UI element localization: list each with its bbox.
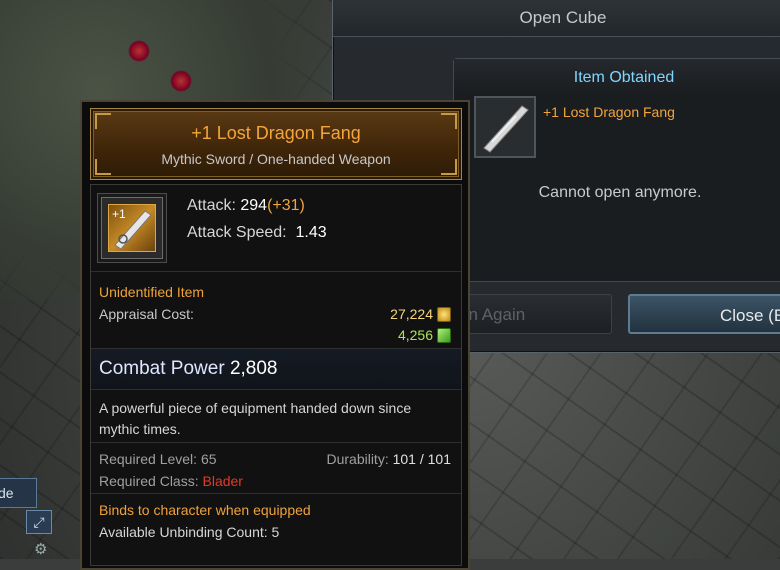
required-class-label: Required Class: — [99, 473, 199, 489]
attack-value: 294 — [240, 197, 268, 214]
close-button[interactable]: Close (E — [628, 294, 780, 334]
attack-bonus: (+31) — [267, 197, 305, 214]
coin-icon — [437, 307, 451, 322]
obtained-item-name: +1 Lost Dragon Fang — [543, 104, 675, 120]
resize-arrows-icon[interactable]: ⤢ — [26, 510, 52, 534]
item-tooltip: +1 Lost Dragon Fang Mythic Sword / One-h… — [80, 100, 470, 570]
binding-section: Binds to character when equipped Availab… — [91, 494, 461, 550]
combat-power-value: 2,808 — [229, 358, 278, 379]
item-obtained-panel: Item Obtained — [453, 58, 780, 282]
stats-section: +1 Attack: 294(+31) Attack Speed: 1.43 — [91, 185, 461, 272]
unidentified-label: Unidentified Item — [99, 284, 205, 300]
requirements-section: Required Level: 65 Durability: 101 / 101… — [91, 443, 461, 494]
attack-speed-label: Attack Speed: — [187, 224, 287, 241]
unbinding-label: Available Unbinding Count: — [99, 524, 268, 540]
required-level: Required Level: 65 — [99, 451, 217, 467]
gear-icon[interactable]: ⚙ — [34, 540, 47, 558]
required-class: Required Class: Blader — [99, 473, 243, 489]
attack-speed-value: 1.43 — [295, 224, 327, 241]
combat-power-section: Combat Power 2,808 — [91, 349, 461, 390]
combat-power-label: Combat Power — [99, 358, 225, 379]
item-name: +1 Lost Dragon Fang — [191, 123, 361, 143]
required-level-value: 65 — [200, 451, 217, 467]
gem-icon — [437, 328, 451, 343]
flower-decoration — [170, 70, 192, 92]
flower-decoration — [128, 40, 150, 62]
sword-icon: +1 — [108, 204, 156, 252]
appraisal-zen-cost: 27,224 — [390, 306, 433, 322]
side-tab-label: de — [0, 485, 14, 501]
tooltip-body: +1 Attack: 294(+31) Attack Speed: 1.43 U… — [90, 184, 462, 566]
attack-speed-row: Attack Speed: 1.43 — [187, 224, 327, 242]
item-description: A powerful piece of equipment handed dow… — [99, 400, 412, 437]
appraisal-section: Unidentified Item Appraisal Cost: 27,224… — [91, 272, 461, 349]
sword-icon — [476, 98, 534, 156]
description-section: A powerful piece of equipment handed dow… — [91, 390, 461, 443]
attack-row: Attack: 294(+31) — [187, 197, 305, 215]
durability-value: 101 / 101 — [392, 451, 451, 467]
required-class-value: Blader — [202, 473, 243, 489]
item-icon: +1 — [101, 197, 163, 259]
appraisal-gem-cost: 4,256 — [397, 327, 433, 343]
durability-label: Durability: — [326, 451, 389, 467]
unbinding-count: Available Unbinding Count: 5 — [99, 524, 279, 540]
attack-label: Attack: — [187, 197, 236, 214]
bind-notice: Binds to character when equipped — [99, 502, 311, 518]
cube-message: Cannot open anymore. — [538, 184, 702, 201]
enhance-level: +1 — [112, 207, 126, 221]
unbinding-value: 5 — [271, 524, 280, 540]
tooltip-header: +1 Lost Dragon Fang Mythic Sword / One-h… — [90, 108, 462, 180]
panel-header: Item Obtained — [454, 59, 780, 95]
item-type: Mythic Sword / One-handed Weapon — [161, 151, 391, 167]
obtained-item-icon[interactable] — [474, 96, 536, 158]
window-title: Open Cube — [333, 0, 780, 37]
side-tab[interactable]: de — [0, 478, 37, 508]
required-level-label: Required Level: — [99, 451, 198, 467]
combat-power: Combat Power 2,808 — [99, 358, 278, 380]
appraisal-cost-label: Appraisal Cost: — [99, 306, 194, 322]
durability: Durability: 101 / 101 — [326, 451, 451, 467]
